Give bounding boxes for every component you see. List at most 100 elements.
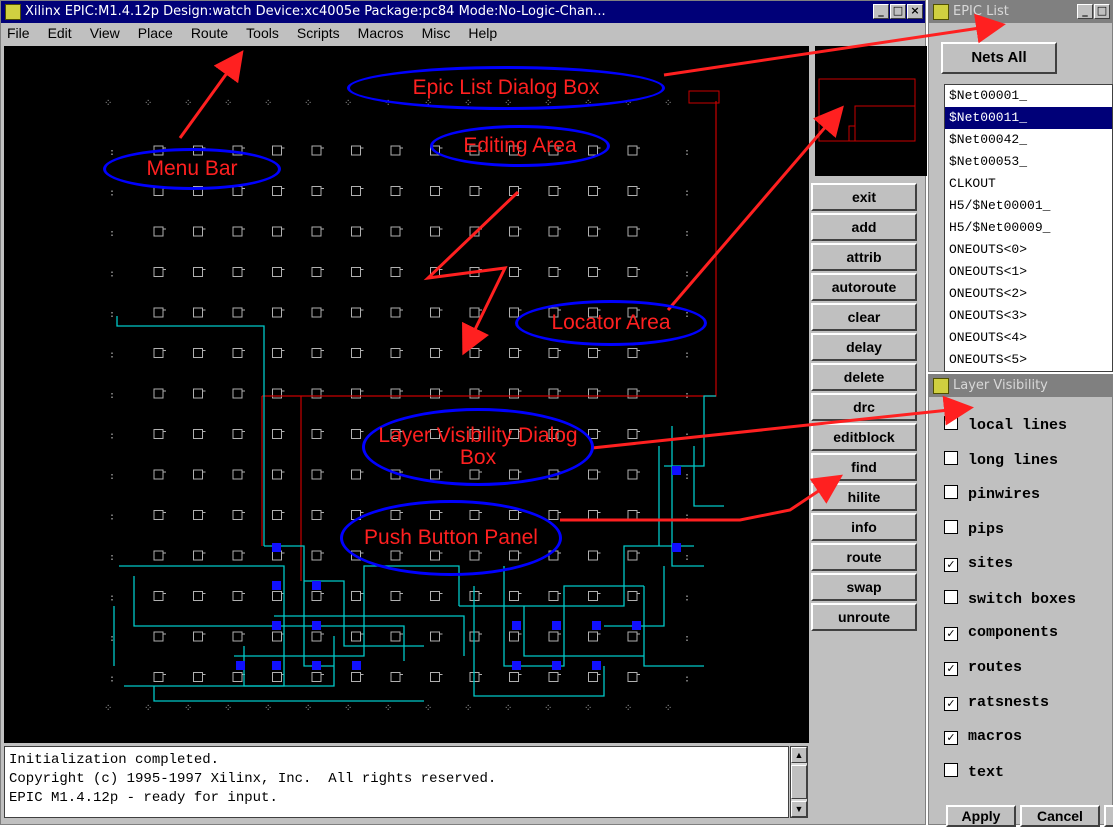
layer-visibility-titlebar[interactable]: Layer Visibility (929, 375, 1112, 397)
net-list-item[interactable]: H5/$Net00001_ (945, 195, 1112, 217)
layer-label: text (968, 764, 1005, 781)
checkbox[interactable] (944, 589, 958, 604)
menu-edit[interactable]: Edit (42, 23, 84, 43)
apply-button[interactable]: Apply (946, 805, 1016, 827)
hilite-button[interactable]: hilite (811, 483, 917, 511)
clear-button[interactable]: clear (811, 303, 917, 331)
checkbox[interactable] (944, 450, 958, 465)
checkbox[interactable] (944, 485, 958, 500)
clb-site (351, 348, 361, 358)
net-list-item[interactable]: CLKOUT (945, 173, 1112, 195)
net-list-item[interactable]: $Net00011_ (945, 107, 1112, 129)
clb-site (232, 672, 243, 682)
exit-button[interactable]: exit (811, 183, 917, 211)
add-button[interactable]: add (811, 213, 917, 241)
main-titlebar[interactable]: Xilinx EPIC:M1.4.12p Design:watch Device… (1, 1, 925, 23)
locator-area[interactable] (815, 46, 927, 176)
menu-misc[interactable]: Misc (416, 23, 463, 43)
delete-button[interactable]: delete (811, 363, 917, 391)
locator-view (818, 78, 916, 142)
clb-site (390, 591, 401, 601)
maximize-icon[interactable]: □ (890, 4, 906, 19)
layer-local-lines[interactable]: local lines (944, 416, 1067, 434)
nets-all-button[interactable]: Nets All (941, 42, 1057, 74)
scroll-up-icon[interactable]: ▲ (791, 747, 807, 763)
checkbox[interactable]: ✓ (944, 557, 958, 572)
menu-tools[interactable]: Tools (240, 23, 291, 43)
menu-route[interactable]: Route (185, 23, 240, 43)
net-list-item[interactable]: ONEOUTS<4> (945, 327, 1112, 349)
clb-site (193, 348, 203, 358)
minimize-icon[interactable]: _ (873, 4, 889, 19)
layer-macros[interactable]: ✓ macros (944, 728, 1022, 746)
clb-site (430, 186, 440, 196)
autoroute-button[interactable]: autoroute (811, 273, 917, 301)
console-scrollbar[interactable]: ▲ ▼ (790, 746, 808, 818)
iob-site: ⁘ (344, 98, 352, 109)
scroll-down-icon[interactable]: ▼ (791, 801, 807, 817)
checkbox[interactable] (944, 416, 958, 430)
scroll-thumb[interactable] (791, 765, 807, 799)
layer-sites[interactable]: ✓ sites (944, 555, 1013, 572)
message-console: Initialization completed. Copyright (c) 1… (4, 746, 789, 818)
layer-long-lines[interactable]: long lines (944, 450, 1058, 469)
xilinx-app-icon[interactable] (5, 4, 21, 20)
net-list-item[interactable]: ONEOUTS<2> (945, 283, 1112, 305)
window-controls: _ □ (1077, 4, 1110, 19)
delay-button[interactable]: delay (811, 333, 917, 361)
net-list[interactable]: $Net00001_ $Net00011_ $Net00042_ $Net00053_… (944, 84, 1113, 372)
clb-site (588, 631, 598, 642)
menu-view[interactable]: View (84, 23, 132, 43)
layer-pinwires[interactable]: pinwires (944, 485, 1040, 503)
clb-site (509, 267, 519, 277)
layout-canvas[interactable]: ::::::::::::::::::::::::::::⁘⁘⁘⁘⁘⁘⁘⁘⁘⁘⁘⁘… (4, 46, 809, 743)
clb-site (588, 510, 598, 520)
menu-macros[interactable]: Macros (352, 23, 416, 43)
minimize-icon[interactable]: _ (1077, 4, 1093, 19)
editing-area[interactable]: :::::::::::::::::::::::::::: ⁘ ⁘ ⁘ ⁘ ⁘ ⁘ ⁘ ⁘ ⁘ ⁘ ⁘ ⁘… (4, 46, 809, 743)
xilinx-app-icon[interactable] (933, 4, 949, 20)
editblock-button[interactable]: editblock (811, 423, 917, 451)
cancel-button[interactable]: Cancel (1020, 805, 1100, 827)
iob-site: ⁘ (144, 703, 152, 714)
checkbox[interactable]: ✓ (944, 661, 958, 676)
help-button[interactable] (1104, 805, 1113, 827)
close-icon[interactable]: × (907, 4, 923, 19)
checkbox[interactable]: ✓ (944, 696, 958, 711)
net-list-item[interactable]: H5/$Net00009_ (945, 217, 1112, 239)
menu-help[interactable]: Help (462, 23, 509, 43)
maximize-icon[interactable]: □ (1094, 4, 1110, 19)
layer-switch-boxes[interactable]: switch boxes (944, 589, 1076, 608)
layer-ratsnests[interactable]: ✓ ratsnests (944, 694, 1049, 711)
swap-button[interactable]: swap (811, 573, 917, 601)
checkbox[interactable]: ✓ (944, 731, 958, 746)
net-list-item[interactable]: $Net00042_ (945, 129, 1112, 151)
clb-site (193, 469, 203, 480)
find-button[interactable]: find (811, 453, 917, 481)
menu-scripts[interactable]: Scripts (291, 23, 352, 43)
attrib-button[interactable]: attrib (811, 243, 917, 271)
net-list-item[interactable]: ONEOUTS<5> (945, 349, 1112, 371)
checkbox[interactable]: ✓ (944, 627, 958, 642)
info-button[interactable]: info (811, 513, 917, 541)
net-list-item[interactable]: ONEOUTS<3> (945, 305, 1112, 327)
unroute-button[interactable]: unroute (811, 603, 917, 631)
net-list-item[interactable]: ONEOUTS<1> (945, 261, 1112, 283)
layer-routes[interactable]: ✓ routes (944, 659, 1022, 676)
xilinx-app-icon[interactable] (933, 378, 949, 394)
layer-pips[interactable]: pips (944, 520, 1004, 538)
layer-text[interactable]: text (944, 763, 1004, 781)
net-list-item[interactable]: ONEOUTS<0> (945, 239, 1112, 261)
placed-component (352, 661, 361, 670)
layer-label: sites (968, 554, 1014, 572)
layer-components[interactable]: ✓ components (944, 624, 1058, 642)
drc-button[interactable]: drc (811, 393, 917, 421)
route-button[interactable]: route (811, 543, 917, 571)
checkbox[interactable] (944, 520, 958, 535)
epic-list-titlebar[interactable]: EPIC List _ □ (929, 1, 1112, 23)
checkbox[interactable] (944, 763, 958, 777)
net-list-item[interactable]: $Net00053_ (945, 151, 1112, 173)
menu-place[interactable]: Place (132, 23, 185, 43)
net-list-item[interactable]: $Net00001_ (945, 85, 1112, 107)
menu-file[interactable]: File (1, 23, 42, 43)
